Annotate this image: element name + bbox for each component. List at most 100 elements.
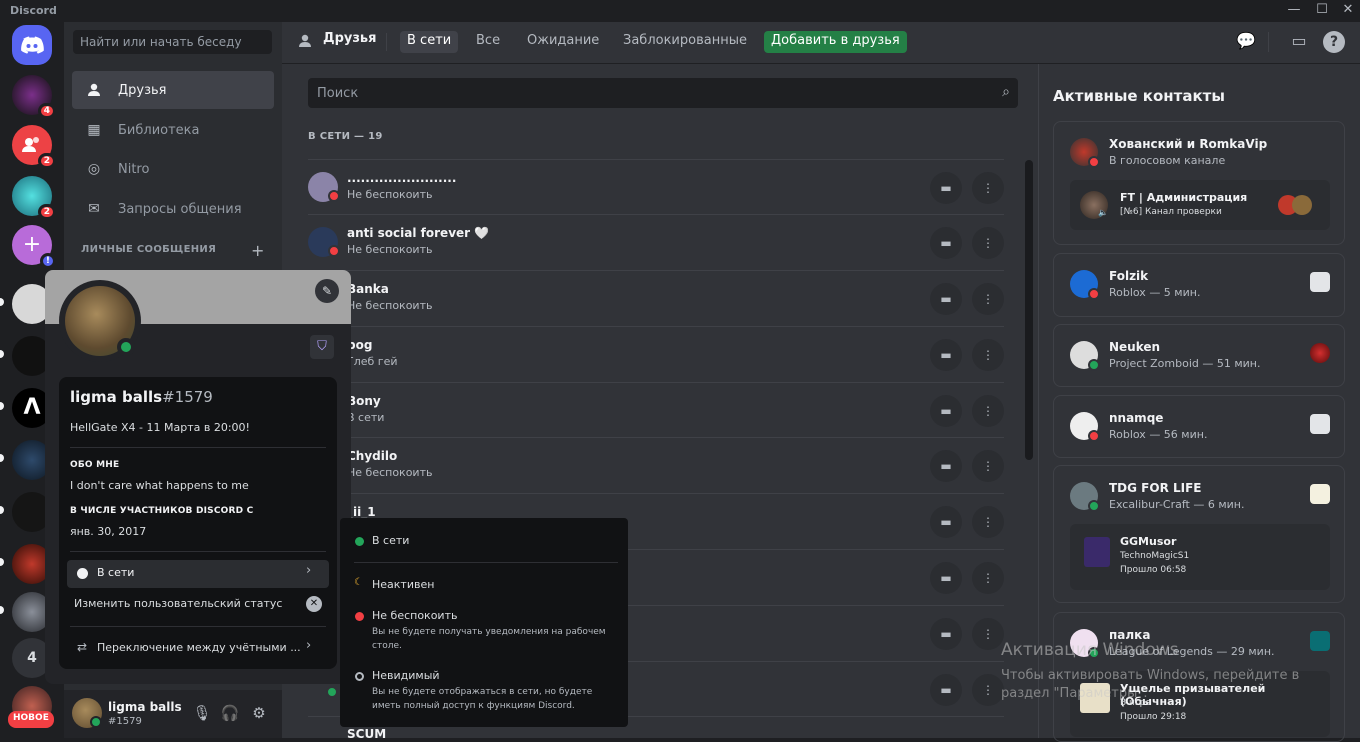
contact-activity: Roblox — 5 мин.	[1109, 286, 1201, 299]
discord-logo-icon	[21, 36, 44, 54]
create-dm-button[interactable]: +	[251, 241, 264, 260]
friend-row[interactable]: Bony В сети ▬ ⋮	[308, 382, 1004, 438]
message-icon[interactable]: ▬	[930, 395, 962, 427]
more-icon[interactable]: ⋮	[972, 450, 1004, 482]
message-icon[interactable]: ▬	[930, 562, 962, 594]
friend-name: ........................	[347, 171, 457, 185]
microphone-icon[interactable]: 🎙	[191, 704, 213, 726]
message-icon[interactable]: ▬	[930, 674, 962, 706]
unread-badge: 4	[37, 103, 56, 119]
tab-pending[interactable]: Ожидание	[520, 31, 606, 53]
rich-presence-box[interactable]: GGMusor TechnoMagicS1 Прошло 06:58	[1070, 524, 1330, 590]
status-option-invisible[interactable]: Невидимый	[372, 669, 440, 682]
friend-row[interactable]: anti social forever 🤍 Не беспокоить ▬ ⋮	[308, 214, 1004, 270]
group-dm-icon[interactable]: 2	[12, 125, 56, 169]
unread-badge: 2	[37, 153, 56, 169]
title-bar: Discord — ☐ ✕	[0, 0, 1360, 22]
member-since-header: В ЧИСЛЕ УЧАСТНИКОВ DISCORD С	[70, 506, 254, 516]
invisible-description: Вы не будете отображаться в сети, но буд…	[372, 687, 593, 711]
more-icon[interactable]: ⋮	[972, 172, 1004, 204]
tab-all[interactable]: Все	[469, 31, 507, 53]
message-icon[interactable]: ▬	[930, 618, 962, 650]
friend-row[interactable]: bog Глеб гей ▬ ⋮	[308, 326, 1004, 382]
more-icon[interactable]: ⋮	[972, 283, 1004, 315]
tab-online[interactable]: В сети	[400, 31, 459, 53]
maximize-button[interactable]: ☐	[1310, 2, 1334, 20]
user-tag: #1579	[108, 716, 142, 727]
friends-header-icon	[296, 32, 314, 54]
contact-name: Neuken	[1109, 340, 1161, 354]
contact-activity: Excalibur-Craft — 6 мин.	[1109, 498, 1245, 511]
dnd-status-dot	[328, 190, 340, 202]
sidebar-item-message-requests[interactable]: ✉ Запросы общения	[72, 190, 274, 228]
windows-activation-title: Активация Windows	[1001, 640, 1179, 660]
chevron-right-icon: ›	[306, 638, 312, 653]
more-icon[interactable]: ⋮	[972, 506, 1004, 538]
friend-row[interactable]: Chydilo Не беспокоить ▬ ⋮	[308, 437, 1004, 493]
status-option-online[interactable]: В сети	[372, 534, 409, 547]
status-option-dnd[interactable]: Не беспокоить	[372, 609, 457, 622]
message-icon[interactable]: ▬	[930, 450, 962, 482]
clear-status-icon[interactable]: ✕	[306, 596, 322, 612]
sidebar-item-label: Библиотека	[118, 122, 200, 138]
online-count: В СЕТИ — 19	[308, 131, 383, 142]
tab-blocked[interactable]: Заблокированные	[616, 31, 754, 53]
active-card[interactable]: Хованский и RomkaVip В голосовом канале …	[1053, 121, 1345, 245]
find-conversation-button[interactable]: Найти или начать беседу	[73, 30, 272, 54]
server-icon[interactable]: 2	[12, 176, 56, 220]
message-icon[interactable]: ▬	[930, 506, 962, 538]
friends-icon	[84, 80, 104, 100]
more-icon[interactable]: ⋮	[972, 674, 1004, 706]
voice-channel-box[interactable]: 🔈 FT | Администрация [№6] Канал проверки	[1070, 180, 1330, 230]
active-card[interactable]: TDG FOR LIFE Excalibur-Craft — 6 мин. GG…	[1053, 465, 1345, 603]
close-window-button[interactable]: ✕	[1336, 2, 1360, 20]
status-option-idle[interactable]: Неактивен	[372, 578, 434, 591]
sidebar-item-friends[interactable]: Друзья	[72, 71, 274, 109]
more-icon[interactable]: ⋮	[972, 395, 1004, 427]
friend-name: Bony	[347, 394, 381, 408]
hypesquad-badge-icon[interactable]: ⛉	[310, 335, 334, 359]
friend-row[interactable]: Banka Не беспокоить ▬ ⋮	[308, 270, 1004, 326]
sidebar-item-library[interactable]: ▦ Библиотека	[72, 111, 274, 149]
message-icon[interactable]: ▬	[930, 227, 962, 259]
home-button[interactable]	[12, 25, 52, 65]
message-icon[interactable]: ▬	[930, 172, 962, 204]
friend-status: Не беспокоить	[347, 243, 433, 256]
friend-name: Banka	[347, 282, 389, 296]
server-icon[interactable]: +!	[12, 225, 56, 269]
contact-activity: Roblox — 56 мин.	[1109, 428, 1208, 441]
speaker-icon: 🔈	[1098, 208, 1108, 217]
switch-accounts-button[interactable]: Переключение между учётными ...	[97, 641, 301, 654]
sidebar-item-nitro[interactable]: ◎ Nitro	[72, 150, 274, 188]
active-card[interactable]: Folzik Roblox — 5 мин.	[1053, 253, 1345, 317]
server-icon[interactable]: 4	[12, 75, 56, 119]
minimize-button[interactable]: —	[1282, 2, 1306, 20]
message-icon[interactable]: ▬	[930, 283, 962, 315]
headphones-icon[interactable]: 🎧	[219, 704, 241, 726]
divider	[354, 562, 618, 563]
more-icon[interactable]: ⋮	[972, 562, 1004, 594]
gear-icon[interactable]: ⚙	[248, 704, 270, 726]
more-icon[interactable]: ⋮	[972, 339, 1004, 371]
add-friend-button[interactable]: Добавить в друзья	[764, 31, 907, 53]
dnd-status-dot	[1088, 156, 1100, 168]
new-group-dm-icon[interactable]: 💬	[1234, 31, 1258, 55]
friend-row[interactable]: ........................ Не беспокоить ▬ ⋮	[308, 159, 1004, 215]
more-icon[interactable]: ⋮	[972, 227, 1004, 259]
more-icon[interactable]: ⋮	[972, 618, 1004, 650]
inbox-icon[interactable]: ▭	[1287, 31, 1311, 55]
active-card[interactable]: nnamqe Roblox — 56 мин.	[1053, 395, 1345, 458]
online-status-dot	[90, 716, 102, 728]
presence-elapsed: Прошло 06:58	[1120, 565, 1187, 575]
sidebar-item-label: Запросы общения	[118, 201, 242, 217]
friends-search-input[interactable]: Поиск ⌕	[308, 78, 1018, 108]
library-icon: ▦	[87, 122, 101, 138]
message-icon[interactable]: ▬	[930, 339, 962, 371]
edit-profile-icon[interactable]: ✎	[315, 279, 339, 303]
help-icon[interactable]: ?	[1323, 31, 1345, 53]
change-custom-status-button[interactable]: Изменить пользовательский статус	[74, 597, 282, 610]
scrollbar[interactable]	[1025, 160, 1033, 460]
direct-messages-header: ЛИЧНЫЕ СООБЩЕНИЯ	[81, 244, 217, 255]
about-me-text: I don't care what happens to me	[70, 479, 249, 492]
active-card[interactable]: Neuken Project Zomboid — 51 мин.	[1053, 324, 1345, 387]
